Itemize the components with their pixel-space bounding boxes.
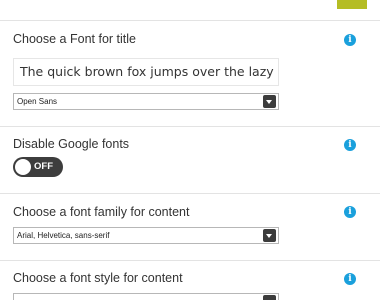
info-icon[interactable]: i xyxy=(344,273,356,285)
title-font-select[interactable]: Open Sans xyxy=(13,93,279,110)
accent-bar xyxy=(337,0,367,9)
title-font-selected-value: Open Sans xyxy=(17,97,58,106)
font-preview-text: The quick brown fox jumps over the lazy … xyxy=(13,58,279,86)
content-family-label: Choose a font family for content xyxy=(13,205,190,219)
content-style-label: Choose a font style for content xyxy=(13,271,183,285)
title-font-label: Choose a Font for title xyxy=(13,32,136,46)
content-style-select[interactable] xyxy=(13,293,279,300)
content-family-select[interactable]: Arial, Helvetica, sans-serif xyxy=(13,227,279,244)
toggle-state-label: OFF xyxy=(34,161,53,172)
chevron-down-icon xyxy=(263,295,276,300)
google-fonts-toggle[interactable]: OFF xyxy=(13,157,63,177)
divider xyxy=(0,193,380,194)
content-family-selected-value: Arial, Helvetica, sans-serif xyxy=(17,231,110,240)
info-icon[interactable]: i xyxy=(344,34,356,46)
info-icon[interactable]: i xyxy=(344,206,356,218)
info-icon[interactable]: i xyxy=(344,139,356,151)
divider xyxy=(0,260,380,261)
divider xyxy=(0,20,380,21)
google-fonts-label: Disable Google fonts xyxy=(13,137,130,151)
chevron-down-icon xyxy=(263,95,276,108)
chevron-down-icon xyxy=(263,229,276,242)
font-settings-panel: Choose a Font for title i The quick brow… xyxy=(0,0,380,300)
divider xyxy=(0,126,380,127)
toggle-knob xyxy=(15,159,31,175)
